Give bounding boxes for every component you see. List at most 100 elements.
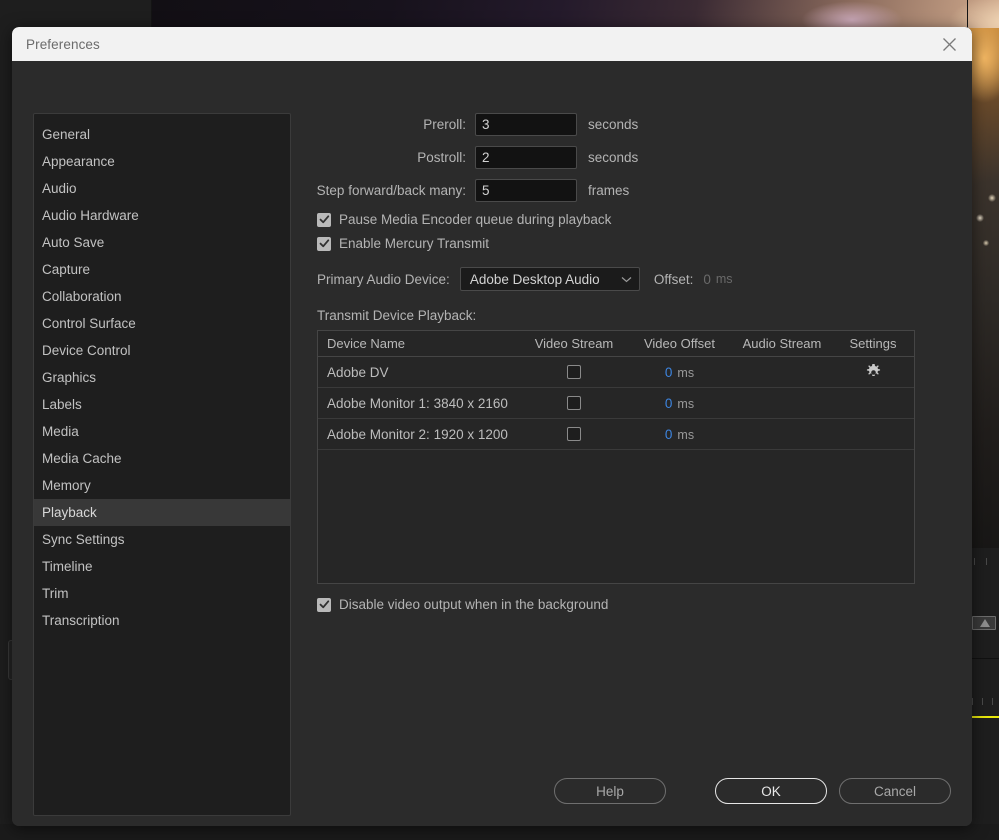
background-clip-thumbnail [972, 616, 996, 630]
sidebar-item-graphics[interactable]: Graphics [34, 364, 290, 391]
table-row[interactable]: Adobe Monitor 1: 3840 x 2160 0 ms [318, 388, 914, 419]
sidebar-item-label: Media [42, 424, 79, 439]
disable-video-output-checkbox[interactable]: Disable video output when in the backgro… [317, 597, 945, 612]
sidebar-item-transcription[interactable]: Transcription [34, 607, 290, 634]
sidebar-item-media[interactable]: Media [34, 418, 290, 445]
cancel-button[interactable]: Cancel [839, 778, 951, 804]
video-stream-checkbox[interactable] [567, 365, 581, 379]
sidebar-item-media-cache[interactable]: Media Cache [34, 445, 290, 472]
device-name-cell: Adobe DV [327, 364, 389, 380]
video-stream-checkbox[interactable] [567, 396, 581, 410]
sidebar-item-label: General [42, 127, 91, 142]
preroll-input[interactable] [475, 113, 577, 136]
postroll-input[interactable] [475, 146, 577, 169]
audio-offset-unit: ms [715, 272, 733, 286]
transmit-device-table: Device Name Video Stream Video Offset Audio… [317, 330, 915, 584]
preroll-unit: seconds [588, 117, 639, 132]
help-button[interactable]: Help [554, 778, 666, 804]
gear-icon[interactable] [865, 363, 882, 381]
sidebar-item-label: Transcription [42, 613, 120, 628]
video-offset-cell: 0 ms [628, 365, 731, 380]
table-header-row: Device Name Video Stream Video Offset Audio… [318, 331, 914, 357]
primary-audio-device-select[interactable]: Adobe Desktop Audio [459, 267, 640, 291]
sidebar-item-capture[interactable]: Capture [34, 256, 290, 283]
dialog-body: General Appearance Audio Audio Hardware Auto… [12, 61, 972, 826]
sidebar-item-label: Playback [42, 505, 97, 520]
enable-mercury-transmit-checkbox[interactable]: Enable Mercury Transmit [317, 236, 945, 251]
playback-settings-panel: Preroll: seconds Postroll: seconds Step … [305, 113, 945, 612]
primary-audio-device-row: Primary Audio Device: Adobe Desktop Audi… [317, 267, 945, 291]
video-stream-cell [520, 396, 628, 410]
sidebar-item-sync-settings[interactable]: Sync Settings [34, 526, 290, 553]
sidebar-item-label: Capture [42, 262, 91, 277]
column-header-device-name: Device Name [327, 336, 406, 351]
video-offset-value[interactable]: 0 [665, 365, 673, 380]
video-stream-cell [520, 427, 628, 441]
video-stream-checkbox[interactable] [567, 427, 581, 441]
sidebar-item-label: Appearance [42, 154, 115, 169]
sidebar-item-label: Control Surface [42, 316, 136, 331]
table-body: Adobe DV 0 ms Adobe Monitor 1: 3840 x 2160 0… [318, 357, 914, 450]
sidebar-item-trim[interactable]: Trim [34, 580, 290, 607]
checkbox-checked-icon [317, 212, 331, 227]
sidebar-item-label: Auto Save [42, 235, 105, 250]
sidebar-item-audio-hardware[interactable]: Audio Hardware [34, 202, 290, 229]
postroll-row: Postroll: seconds [305, 146, 945, 169]
sidebar-item-label: Audio [42, 181, 77, 196]
postroll-label: Postroll: [417, 150, 466, 165]
transmit-device-playback-label: Transmit Device Playback: [317, 308, 477, 323]
background-playhead-line [968, 716, 999, 718]
table-empty-area [318, 450, 914, 583]
video-offset-unit: ms [677, 427, 695, 442]
sidebar-item-label: Device Control [42, 343, 131, 358]
step-frames-row: Step forward/back many: frames [305, 179, 945, 202]
step-frames-input[interactable] [475, 179, 577, 202]
sidebar-item-audio[interactable]: Audio [34, 175, 290, 202]
table-row[interactable]: Adobe Monitor 2: 1920 x 1200 0 ms [318, 419, 914, 450]
sidebar-item-label: Media Cache [42, 451, 122, 466]
sidebar-item-label: Graphics [42, 370, 97, 385]
dialog-title: Preferences [26, 36, 100, 52]
background-status-bar [0, 824, 999, 840]
table-row[interactable]: Adobe DV 0 ms [318, 357, 914, 388]
sidebar-item-playback[interactable]: Playback [34, 499, 290, 526]
sidebar-item-timeline[interactable]: Timeline [34, 553, 290, 580]
sidebar-item-device-control[interactable]: Device Control [34, 337, 290, 364]
sidebar-item-control-surface[interactable]: Control Surface [34, 310, 290, 337]
column-header-video-stream: Video Stream [534, 336, 614, 351]
step-frames-label: Step forward/back many: [316, 183, 466, 198]
sidebar-item-label: Collaboration [42, 289, 122, 304]
pause-media-encoder-checkbox[interactable]: Pause Media Encoder queue during playbac… [317, 212, 945, 227]
step-frames-unit: frames [588, 183, 630, 198]
video-offset-value[interactable]: 0 [665, 396, 673, 411]
postroll-unit: seconds [588, 150, 639, 165]
sidebar-item-general[interactable]: General [34, 121, 290, 148]
device-name-cell: Adobe Monitor 2: 1920 x 1200 [327, 426, 508, 442]
video-offset-value[interactable]: 0 [665, 427, 673, 442]
sidebar-item-label: Labels [42, 397, 82, 412]
background-program-monitor-frame [152, 0, 999, 28]
close-icon[interactable] [926, 27, 972, 61]
sidebar-item-auto-save[interactable]: Auto Save [34, 229, 290, 256]
sidebar-item-memory[interactable]: Memory [34, 472, 290, 499]
disable-video-output-label: Disable video output when in the backgro… [339, 597, 609, 612]
column-header-settings: Settings [849, 336, 897, 351]
enable-mercury-transmit-label: Enable Mercury Transmit [339, 236, 490, 251]
sidebar-item-collaboration[interactable]: Collaboration [34, 283, 290, 310]
video-offset-unit: ms [677, 396, 695, 411]
preroll-label: Preroll: [423, 117, 466, 132]
device-name-cell: Adobe Monitor 1: 3840 x 2160 [327, 395, 508, 411]
sidebar-item-labels[interactable]: Labels [34, 391, 290, 418]
sidebar-item-appearance[interactable]: Appearance [34, 148, 290, 175]
settings-cell [833, 363, 913, 381]
video-offset-unit: ms [677, 365, 695, 380]
dialog-footer: Help OK Cancel [12, 764, 972, 826]
sidebar-item-label: Memory [42, 478, 91, 493]
ok-button[interactable]: OK [715, 778, 827, 804]
column-header-video-offset: Video Offset [643, 336, 716, 351]
video-offset-cell: 0 ms [628, 396, 731, 411]
primary-audio-device-label: Primary Audio Device: [317, 271, 450, 287]
column-header-audio-stream: Audio Stream [742, 336, 822, 351]
preferences-category-list: General Appearance Audio Audio Hardware Auto… [33, 113, 291, 816]
preroll-row: Preroll: seconds [305, 113, 945, 136]
